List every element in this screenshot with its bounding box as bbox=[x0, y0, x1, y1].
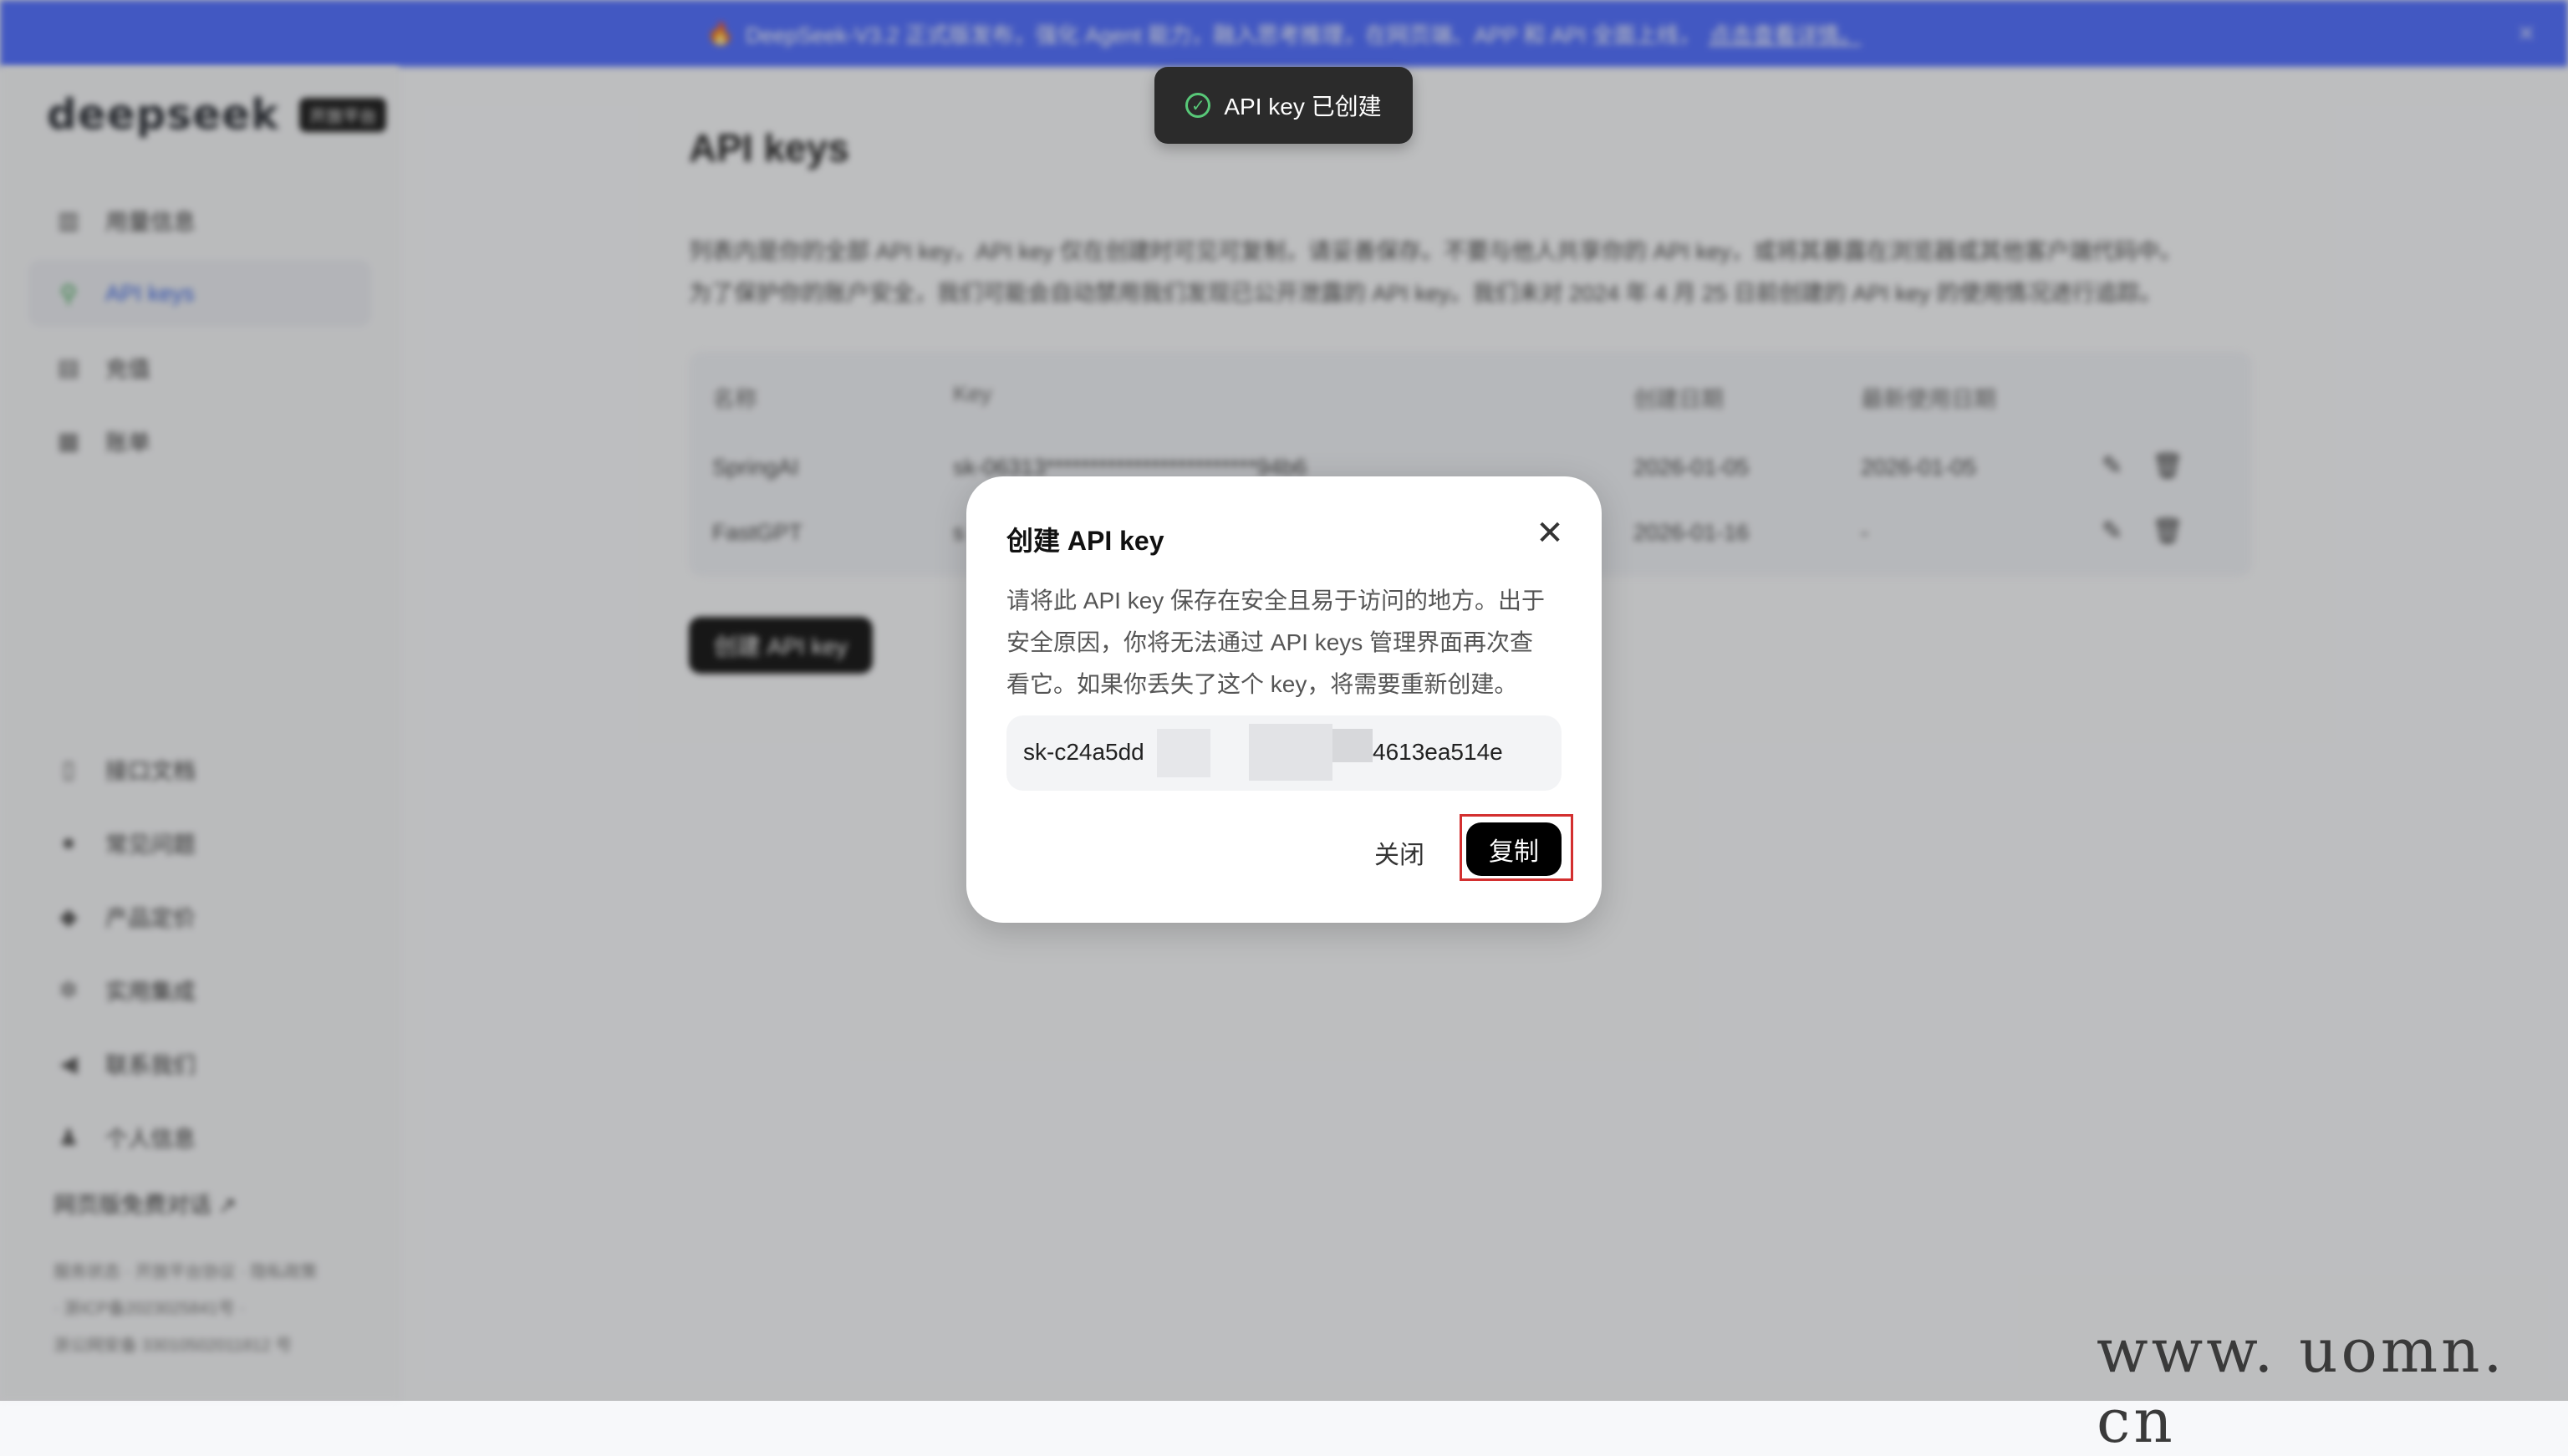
api-key-prefix: sk-c24a5dd bbox=[1023, 739, 1144, 765]
redaction-mask bbox=[1249, 724, 1332, 781]
dialog-message-line: 看它。如果你丢失了这个 key，将需要重新创建。 bbox=[1006, 671, 1518, 697]
toast-text: API key 已创建 bbox=[1224, 94, 1382, 120]
close-icon[interactable]: ✕ bbox=[1531, 515, 1568, 552]
dialog-message-line: 请将此 API key 保存在安全且易于访问的地方。出于 bbox=[1006, 588, 1546, 613]
dialog-message-line: 安全原因，你将无法通过 API keys 管理界面再次查 bbox=[1006, 629, 1534, 655]
api-key-suffix: 4613ea514e bbox=[1373, 739, 1503, 765]
check-circle-icon: ✓ bbox=[1185, 93, 1211, 118]
api-key-display[interactable]: sk-c24a5dd 4613ea514e bbox=[1006, 715, 1562, 791]
copy-button[interactable]: 复制 bbox=[1466, 822, 1562, 876]
close-button[interactable]: 关闭 bbox=[1374, 834, 1424, 871]
watermark: www. uomn. cn bbox=[2097, 1316, 2506, 1456]
dialog-title: 创建 API key bbox=[1006, 526, 1164, 556]
dialog-message: 请将此 API key 保存在安全且易于访问的地方。出于 安全原因，你将无法通过… bbox=[1006, 580, 1567, 705]
success-toast: ✓ API key 已创建 bbox=[1154, 67, 1413, 144]
create-api-key-dialog: 创建 API key ✕ 请将此 API key 保存在安全且易于访问的地方。出… bbox=[966, 476, 1602, 923]
redaction-mask bbox=[1157, 729, 1210, 777]
redaction-mask bbox=[1332, 729, 1373, 762]
